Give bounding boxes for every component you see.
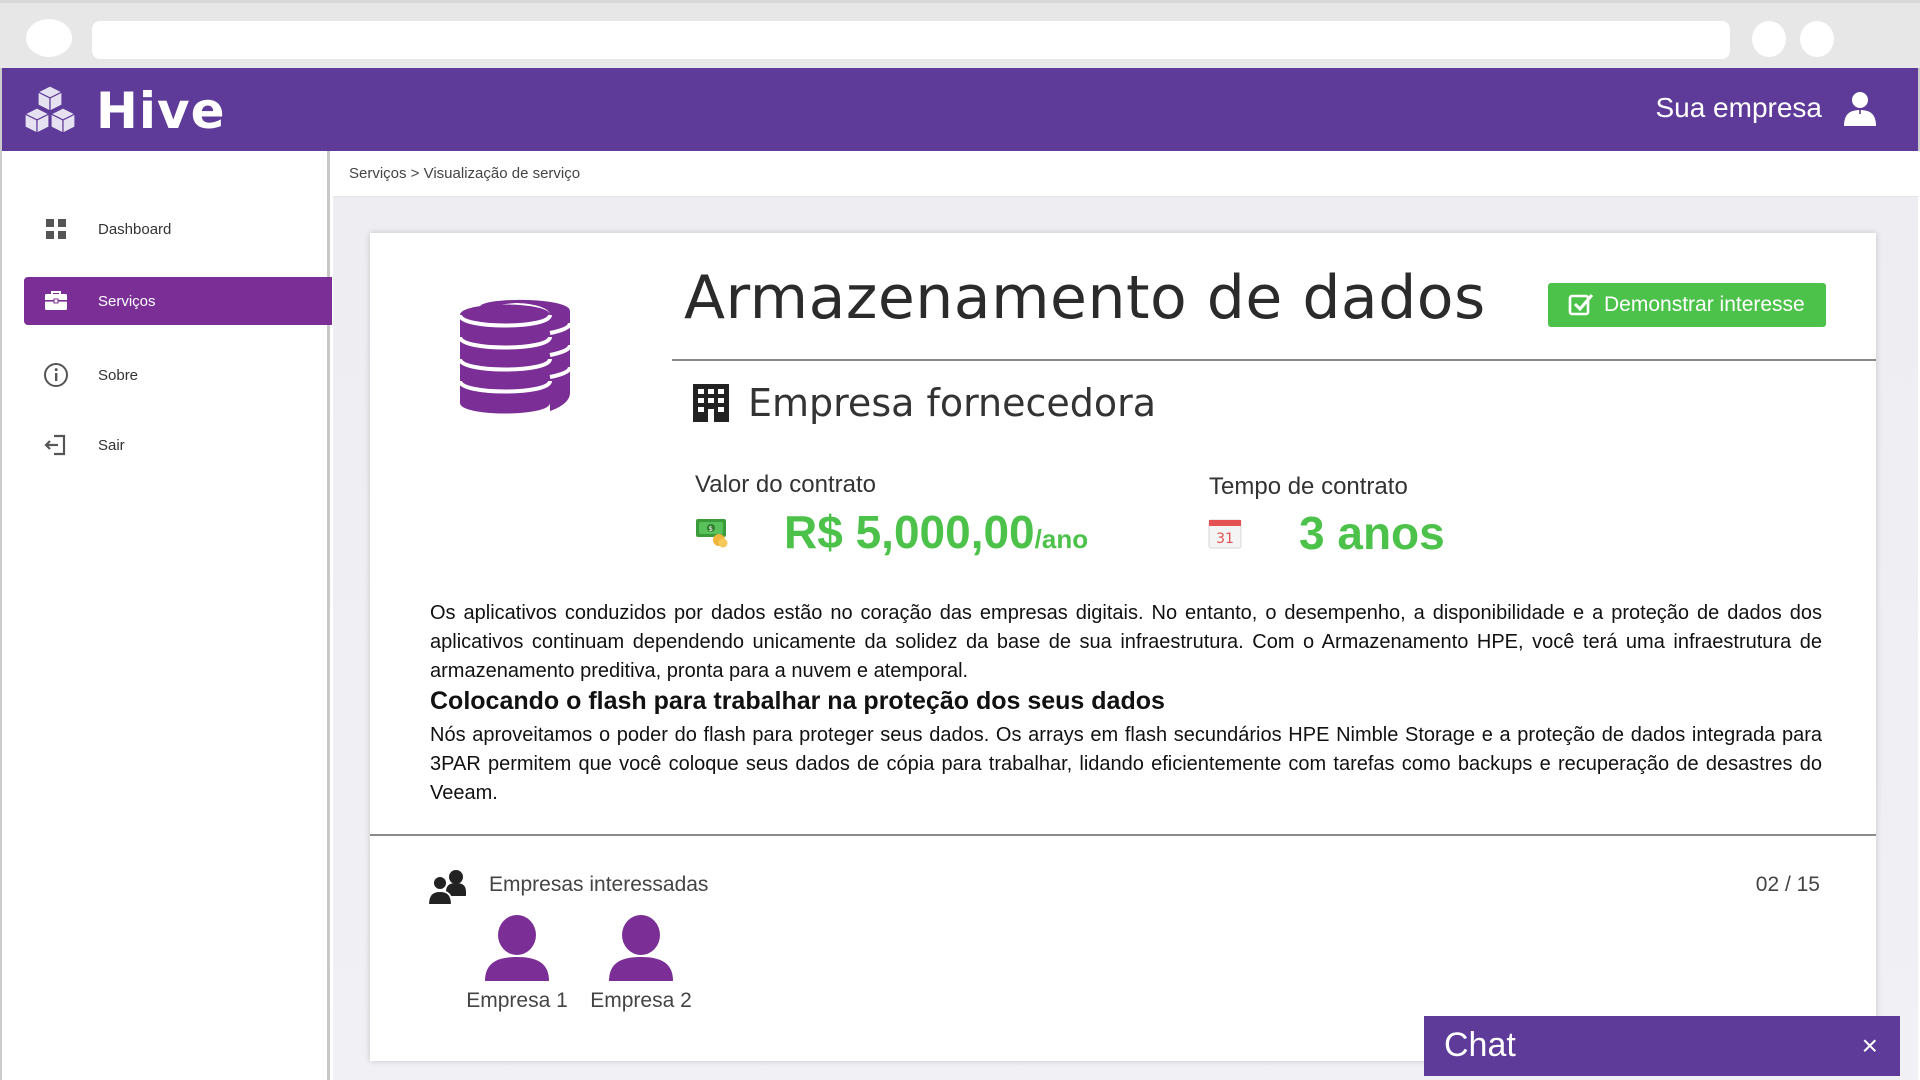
hive-logo-icon[interactable] [22, 84, 78, 138]
show-interest-button[interactable]: Demonstrar interesse [1548, 283, 1826, 327]
browser-action-button[interactable] [1752, 21, 1786, 57]
sidebar: Dashboard Serviços Sobre Sair [0, 151, 332, 1080]
interested-company[interactable]: Empresa 2 [586, 913, 696, 1013]
money-icon: $ [696, 519, 728, 548]
svg-text:$: $ [709, 525, 713, 533]
interested-count: 02 / 15 [1755, 873, 1820, 896]
sidebar-item-label: Serviços [98, 292, 156, 310]
browser-action-button[interactable] [1800, 21, 1834, 57]
browser-chrome [0, 0, 1920, 68]
show-interest-label: Demonstrar interesse [1604, 293, 1805, 316]
contract-value: R$ 5,000,00/ano [784, 505, 1088, 559]
breadcrumb-bar: Serviços > Visualização de serviço [333, 151, 1918, 197]
sidebar-item-label: Dashboard [98, 220, 172, 238]
sidebar-item-label: Sair [98, 436, 125, 454]
contract-value-label: Valor do contrato [695, 471, 876, 498]
service-description: Os aplicativos conduzidos por dados estã… [430, 602, 1822, 682]
account-label[interactable]: Sua empresa [1655, 92, 1822, 124]
sidebar-item-sair[interactable]: Sair [24, 421, 332, 469]
section-heading: Colocando o flash para trabalhar na prot… [430, 687, 1165, 715]
contract-value-amount: R$ 5,000,00 [784, 506, 1035, 558]
sidebar-item-label: Sobre [98, 366, 139, 384]
interested-company[interactable]: Empresa 1 [462, 913, 572, 1013]
divider [370, 834, 1876, 836]
divider [672, 359, 1876, 361]
company-avatar-icon [609, 915, 673, 981]
contract-time-label: Tempo de contrato [1209, 473, 1408, 500]
app-name: Hive [96, 82, 226, 140]
calendar-icon: 31 [1208, 519, 1242, 549]
company-name: Empresa 1 [466, 989, 568, 1012]
browser-menu-button[interactable] [26, 19, 72, 57]
info-icon [44, 363, 68, 387]
contract-time: 3 anos [1299, 507, 1445, 559]
building-icon [693, 384, 729, 422]
address-bar[interactable] [92, 21, 1730, 59]
chat-widget[interactable]: Chat × [1424, 1016, 1900, 1076]
provider-company[interactable]: Empresa fornecedora [748, 381, 1156, 425]
sidebar-item-servicos[interactable]: Serviços [24, 277, 332, 325]
grid-icon [46, 219, 66, 239]
user-icon[interactable] [1842, 90, 1878, 126]
logout-icon [44, 434, 66, 456]
breadcrumb[interactable]: Serviços > Visualização de serviço [349, 165, 580, 182]
company-name: Empresa 2 [590, 989, 692, 1012]
service-title: Armazenamento de dados [684, 263, 1486, 333]
section-text: Nós aproveitamos o poder do flash para p… [430, 724, 1822, 804]
sidebar-item-sobre[interactable]: Sobre [24, 351, 332, 399]
app-header: Hive Sua empresa [0, 68, 1920, 151]
users-group-icon [426, 870, 466, 906]
checkbox-icon [1568, 294, 1594, 316]
interested-companies-label: Empresas interessadas [489, 873, 709, 896]
service-card: Armazenamento de dados Demonstrar intere… [370, 233, 1876, 1061]
contract-value-unit: /ano [1034, 524, 1089, 554]
chat-title: Chat [1444, 1026, 1516, 1064]
database-icon [458, 299, 572, 414]
sidebar-item-dashboard[interactable]: Dashboard [24, 205, 332, 253]
briefcase-icon [45, 291, 67, 310]
calendar-day: 31 [1216, 531, 1234, 547]
company-avatar-icon [485, 915, 549, 981]
close-icon[interactable]: × [1862, 1032, 1878, 1060]
